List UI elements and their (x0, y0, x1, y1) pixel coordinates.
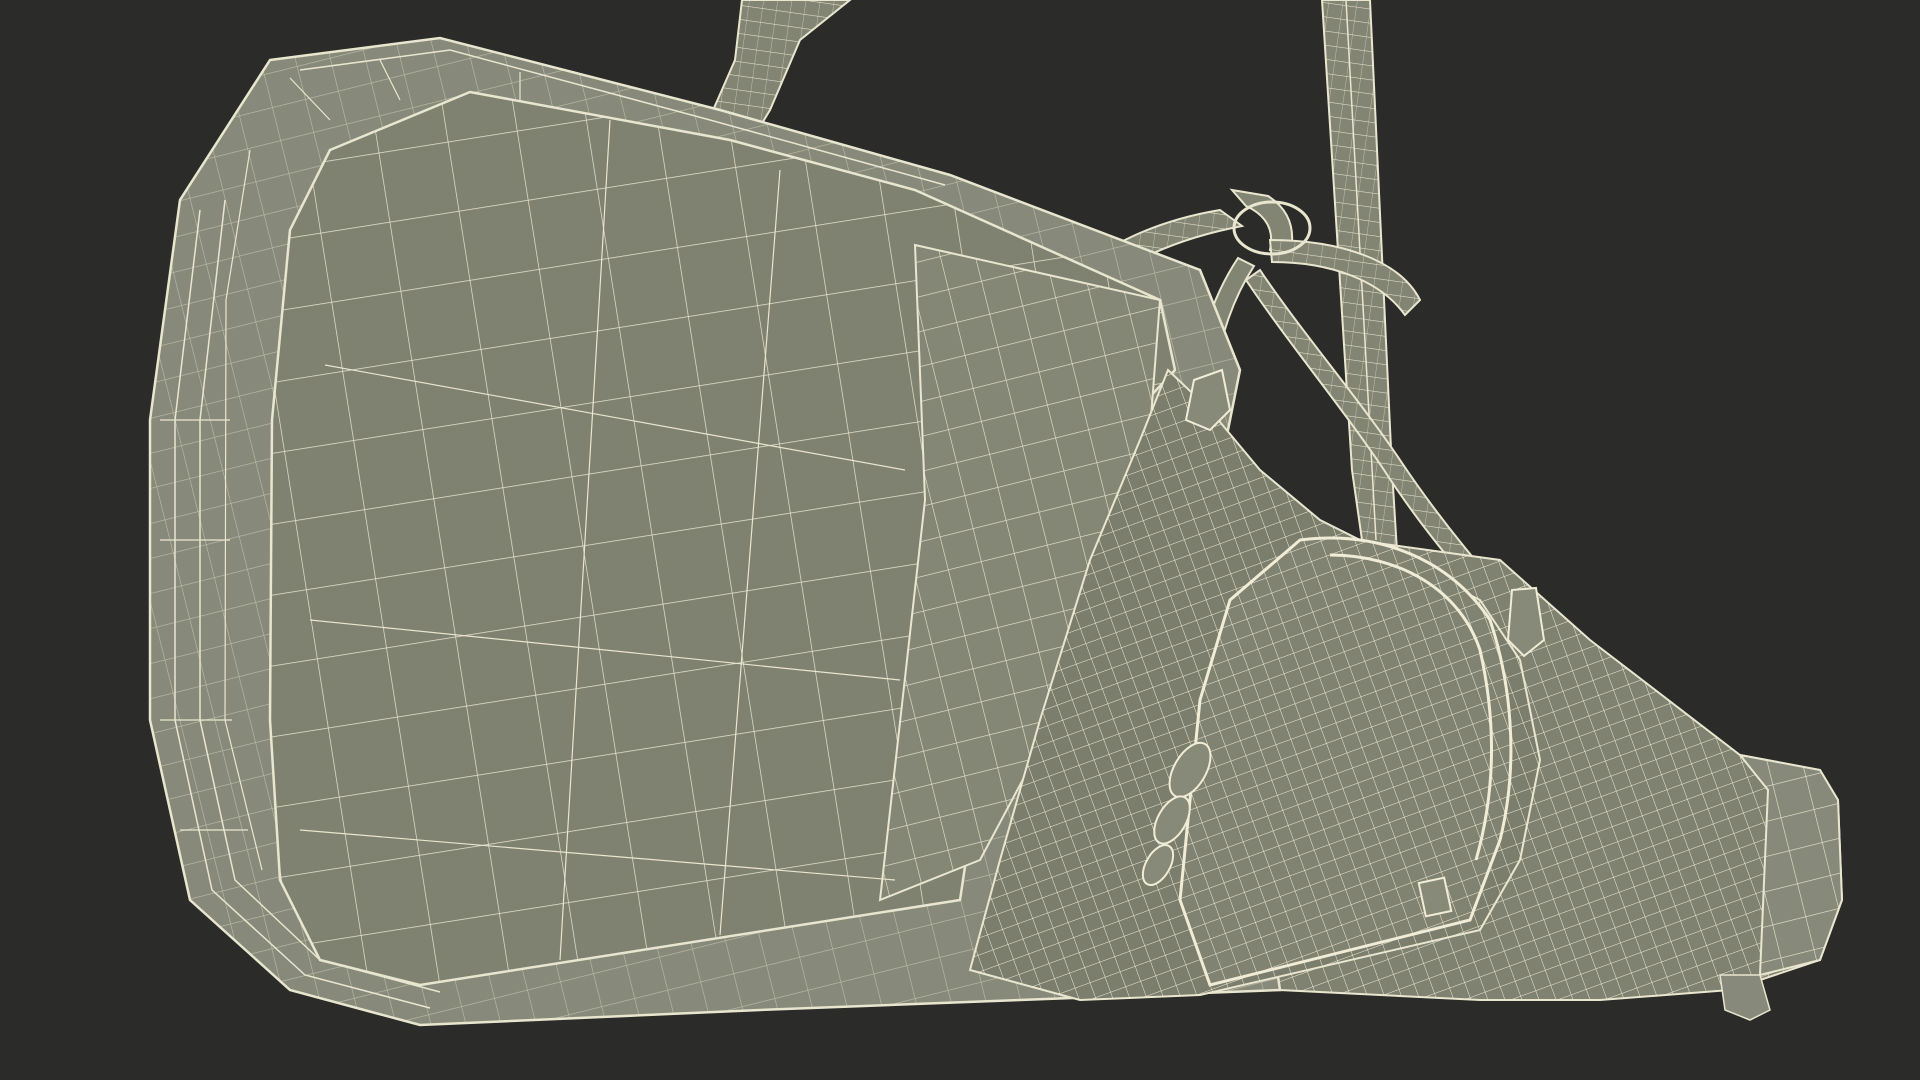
shoulder-strap-icon (1320, 0, 1402, 612)
wireframe-render (148, 0, 1844, 1027)
viewport (0, 0, 1920, 1080)
